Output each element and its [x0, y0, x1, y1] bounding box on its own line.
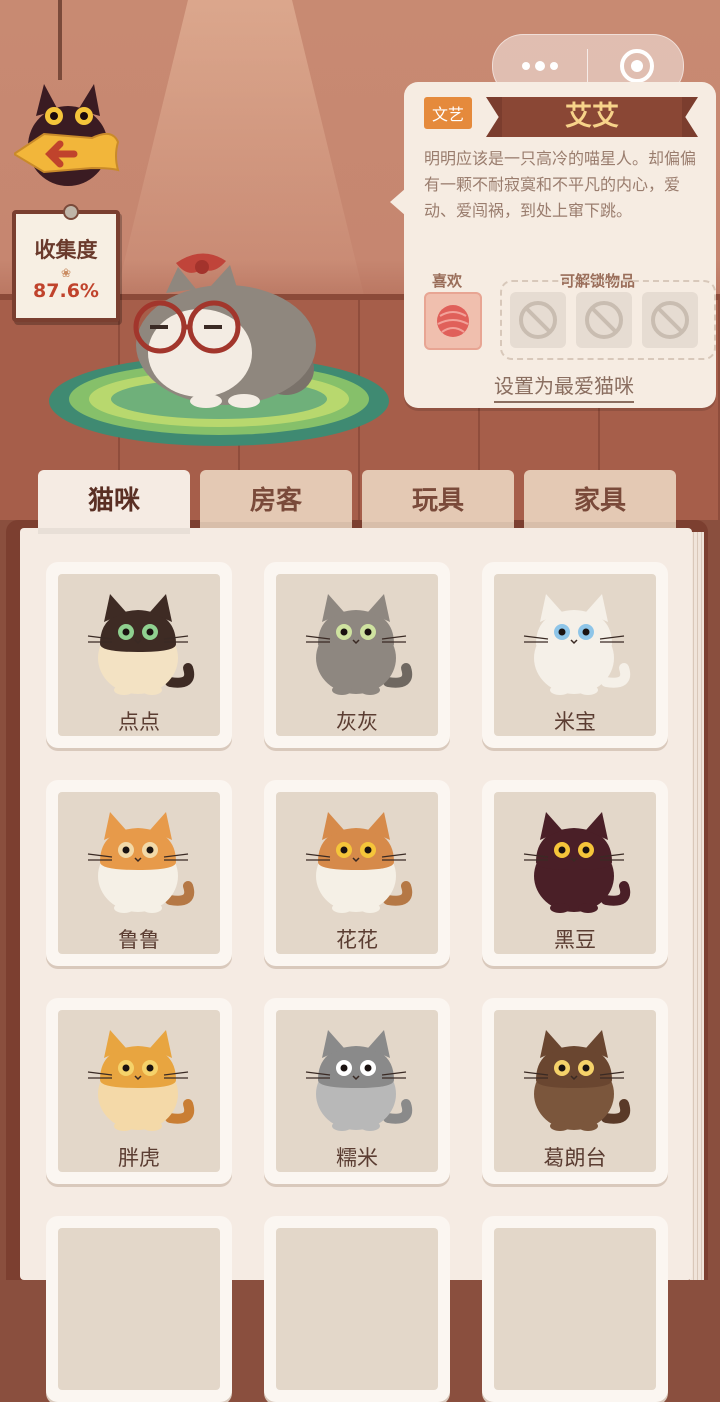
- pin-icon: [63, 204, 79, 220]
- cat-name-label: 点点: [118, 710, 160, 734]
- locked-slot[interactable]: [576, 292, 632, 348]
- cat-portrait: [87, 812, 195, 913]
- back-button[interactable]: [14, 76, 124, 196]
- cat-portrait: [305, 1030, 413, 1131]
- page-edges: [690, 532, 704, 1280]
- cat-card[interactable]: 米宝: [482, 562, 668, 748]
- cat-portrait: [523, 1030, 631, 1131]
- cat-card[interactable]: 黑豆: [482, 780, 668, 966]
- collection-board: 收集度 ❀ 87.6%: [12, 204, 120, 322]
- cat-name-label: 鲁鲁: [118, 928, 160, 952]
- locked-icon: [585, 301, 623, 339]
- cat-name-label: 糯米: [336, 1146, 378, 1170]
- cat-name-label: 米宝: [554, 710, 596, 734]
- room-scene: 收集度 ❀ 87.6% 文艺 艾艾 明明应该是一只高冷的喵星人。却偏偏有一颗不耐…: [0, 0, 720, 520]
- cat-card[interactable]: [482, 1216, 668, 1402]
- cat-name-label: 葛朗台: [543, 1146, 607, 1170]
- collection-value: 87.6%: [33, 280, 99, 302]
- cat-portrait: [523, 812, 631, 913]
- cat-card[interactable]: 葛朗台: [482, 998, 668, 1184]
- cat-name-label: 胖虎: [118, 1146, 160, 1170]
- tab-toys[interactable]: 玩具: [362, 470, 514, 528]
- cat-info-panel: 文艺 艾艾 明明应该是一只高冷的喵星人。却偏偏有一颗不耐寂寞和不平凡的内心，爱动…: [390, 82, 716, 408]
- cat-card-frame: [58, 1228, 220, 1390]
- hanging-rope: [58, 0, 62, 80]
- cat-portrait: [305, 594, 413, 695]
- cat-card[interactable]: [264, 1216, 450, 1402]
- cat-name-label: 花花: [336, 928, 378, 952]
- likes-label: 喜欢: [432, 272, 463, 290]
- cat-card[interactable]: [46, 1216, 232, 1402]
- cat-card[interactable]: 糯米: [264, 998, 450, 1184]
- cat-portrait: [305, 812, 413, 913]
- cat-name: 艾艾: [502, 97, 682, 137]
- cat-card-frame: [276, 1228, 438, 1390]
- cat-card[interactable]: 花花: [264, 780, 450, 966]
- tab-cats[interactable]: 猫咪: [38, 470, 190, 534]
- collection-label: 收集度: [34, 238, 98, 262]
- yarn-ball-icon: [437, 305, 469, 337]
- cat-portrait: [87, 1030, 195, 1131]
- cat-card[interactable]: 胖虎: [46, 998, 232, 1184]
- cat-card[interactable]: 灰灰: [264, 562, 450, 748]
- locked-icon: [651, 301, 689, 339]
- tab-lodgers[interactable]: 房客: [200, 470, 352, 528]
- cat-card[interactable]: 鲁鲁: [46, 780, 232, 966]
- cat-portrait: [523, 594, 631, 695]
- featured-cat[interactable]: [126, 245, 346, 415]
- liked-item-slot[interactable]: [424, 292, 482, 350]
- cat-portrait: [87, 594, 195, 695]
- cat-description: 明明应该是一只高冷的喵星人。却偏偏有一颗不耐寂寞和不平凡的内心，爱动、爱闯祸，到…: [424, 149, 697, 220]
- paw-icon: ❀: [60, 266, 72, 280]
- personality-tag: 文艺: [424, 97, 473, 129]
- set-favorite-button[interactable]: 设置为最爱猫咪: [494, 370, 634, 403]
- cat-name-label: 灰灰: [336, 710, 378, 734]
- capsule-divider: [587, 49, 588, 83]
- category-tabs: 猫咪 房客 玩具 家具: [0, 470, 720, 534]
- close-target-icon[interactable]: [619, 48, 655, 84]
- cat-card-frame: [494, 1228, 656, 1390]
- cat-card[interactable]: 点点: [46, 562, 232, 748]
- locked-slot[interactable]: [510, 292, 566, 348]
- tab-furniture[interactable]: 家具: [524, 470, 676, 528]
- more-menu-icon[interactable]: [519, 55, 561, 77]
- cat-name-label: 黑豆: [554, 928, 596, 952]
- locked-slot[interactable]: [642, 292, 698, 348]
- locked-icon: [519, 301, 557, 339]
